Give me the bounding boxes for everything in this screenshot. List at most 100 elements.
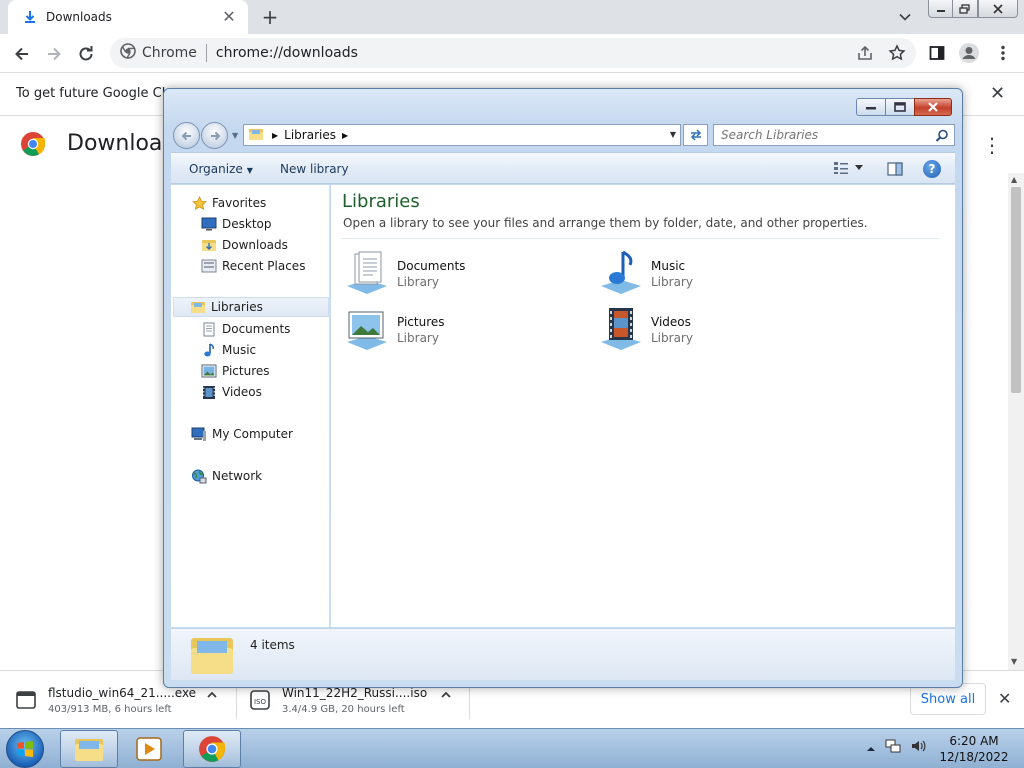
explorer-forward-button[interactable] bbox=[201, 122, 228, 149]
reload-icon[interactable] bbox=[72, 40, 100, 68]
chevron-up-icon[interactable] bbox=[206, 689, 218, 705]
explorer-back-button[interactable] bbox=[173, 122, 200, 149]
scroll-down-arrow-icon[interactable]: ▼ bbox=[1011, 657, 1017, 666]
nav-documents[interactable]: Documents bbox=[201, 319, 290, 339]
scroll-up-arrow-icon[interactable]: ▲ bbox=[1011, 175, 1017, 184]
nav-label: Favorites bbox=[212, 196, 267, 210]
nav-network[interactable]: Network bbox=[191, 466, 262, 486]
library-music[interactable]: Music Library bbox=[597, 249, 827, 299]
organize-label: Organize bbox=[189, 162, 243, 176]
browser-toolbar: Chrome chrome://downloads bbox=[0, 34, 1024, 72]
clock-time: 6:20 AM bbox=[949, 734, 999, 748]
organize-button[interactable]: Organize ▼ bbox=[189, 162, 253, 176]
share-icon[interactable] bbox=[854, 42, 876, 64]
shelf-close-icon[interactable]: ✕ bbox=[998, 689, 1011, 708]
computer-icon bbox=[191, 426, 207, 442]
downloads-menu-icon[interactable]: ⋮ bbox=[982, 133, 1002, 157]
new-library-button[interactable]: New library bbox=[280, 162, 349, 176]
scrollbar-thumb[interactable] bbox=[1011, 187, 1021, 393]
music-note-icon bbox=[201, 342, 217, 358]
taskbar-chrome-button[interactable] bbox=[183, 730, 241, 768]
chrome-close-button[interactable] bbox=[978, 0, 1018, 18]
nav-label: Network bbox=[212, 469, 263, 483]
library-name: Music bbox=[651, 259, 686, 273]
nav-videos[interactable]: Videos bbox=[201, 382, 262, 402]
explorer-search-input[interactable] bbox=[721, 128, 931, 142]
explorer-address-bar[interactable]: ▶ Libraries ▶ ▼ bbox=[243, 124, 681, 146]
recent-pages-chevron-icon[interactable]: ▼ bbox=[232, 131, 238, 140]
nav-recent-places[interactable]: Recent Places bbox=[201, 256, 305, 276]
libraries-icon bbox=[190, 299, 206, 315]
taskbar-clock[interactable]: 6:20 AM 12/18/2022 bbox=[936, 733, 1012, 765]
explorer-content-pane: Libraries Open a library to see your fil… bbox=[331, 185, 955, 627]
desktop-icon bbox=[201, 216, 217, 232]
tab-downloads[interactable]: Downloads ✕ bbox=[8, 0, 248, 34]
iso-file-icon: ISO bbox=[248, 688, 272, 712]
iso-badge-text: ISO bbox=[254, 698, 267, 706]
back-arrow-icon[interactable] bbox=[8, 40, 36, 68]
chrome-restore-button[interactable] bbox=[952, 0, 978, 18]
explorer-minimize-button[interactable] bbox=[856, 98, 886, 116]
site-label: Chrome bbox=[142, 45, 197, 61]
nav-downloads[interactable]: Downloads bbox=[201, 235, 288, 255]
pictures-library-icon bbox=[343, 306, 391, 354]
media-player-icon bbox=[136, 737, 162, 761]
tab-title: Downloads bbox=[46, 10, 112, 24]
library-documents[interactable]: Documents Library bbox=[343, 249, 573, 299]
nav-desktop[interactable]: Desktop bbox=[201, 214, 272, 234]
explorer-close-button[interactable] bbox=[914, 98, 952, 116]
back-arrow-icon bbox=[181, 131, 191, 140]
chrome-menu-icon[interactable] bbox=[992, 42, 1014, 64]
network-globe-icon bbox=[191, 468, 207, 484]
tab-close-icon[interactable]: ✕ bbox=[220, 8, 238, 26]
view-dropdown-icon bbox=[855, 165, 863, 170]
forward-arrow-icon bbox=[210, 131, 220, 140]
film-strip-icon bbox=[201, 384, 217, 400]
nav-label: Recent Places bbox=[222, 259, 306, 273]
infobar-close-icon[interactable]: ✕ bbox=[990, 83, 1005, 104]
search-icon[interactable] bbox=[935, 128, 949, 147]
new-tab-button[interactable]: + bbox=[258, 5, 282, 29]
bookmark-star-icon[interactable] bbox=[886, 42, 908, 64]
network-tray-icon[interactable] bbox=[884, 737, 902, 759]
address-bar[interactable]: Chrome chrome://downloads bbox=[110, 38, 916, 68]
breadcrumb-separator-icon[interactable]: ▶ bbox=[342, 131, 348, 140]
breadcrumb-libraries[interactable]: Libraries bbox=[284, 128, 336, 142]
nav-label: Videos bbox=[222, 385, 262, 399]
chevron-up-icon[interactable] bbox=[440, 689, 452, 705]
star-icon bbox=[191, 195, 207, 211]
volume-tray-icon[interactable] bbox=[910, 737, 928, 759]
tab-search-chevron-icon[interactable] bbox=[896, 8, 914, 26]
documents-library-icon bbox=[343, 250, 391, 298]
preview-pane-button[interactable] bbox=[887, 161, 903, 180]
side-panel-icon[interactable] bbox=[926, 42, 948, 64]
library-pictures[interactable]: Pictures Library bbox=[343, 305, 573, 355]
forward-arrow-icon[interactable] bbox=[40, 40, 68, 68]
page-scrollbar[interactable]: ▲ ▼ bbox=[1008, 173, 1024, 670]
library-type: Library bbox=[397, 275, 439, 289]
chrome-logo-icon bbox=[20, 131, 46, 157]
profile-avatar-icon[interactable] bbox=[958, 42, 980, 64]
nav-my-computer[interactable]: My Computer bbox=[191, 424, 293, 444]
system-tray bbox=[866, 737, 928, 759]
nav-favorites[interactable]: Favorites bbox=[191, 193, 266, 213]
tray-expand-icon[interactable] bbox=[866, 739, 876, 758]
chrome-minimize-button[interactable] bbox=[928, 0, 954, 18]
explorer-refresh-button[interactable] bbox=[683, 124, 708, 146]
taskbar-explorer-button[interactable] bbox=[60, 730, 118, 768]
taskbar-media-player-button[interactable] bbox=[120, 730, 178, 768]
nav-libraries[interactable]: Libraries bbox=[173, 297, 329, 317]
downloads-folder-icon bbox=[201, 237, 217, 253]
explorer-maximize-button[interactable] bbox=[885, 98, 915, 116]
change-view-button[interactable] bbox=[833, 161, 863, 175]
libraries-folder-icon bbox=[248, 126, 264, 145]
nav-pictures[interactable]: Pictures bbox=[201, 361, 270, 381]
nav-music[interactable]: Music bbox=[201, 340, 256, 360]
library-videos[interactable]: Videos Library bbox=[597, 305, 827, 355]
explorer-search-box[interactable] bbox=[713, 124, 955, 146]
start-button[interactable] bbox=[6, 730, 44, 768]
breadcrumb-separator-icon[interactable]: ▶ bbox=[272, 131, 278, 140]
help-icon[interactable]: ? bbox=[923, 160, 941, 178]
address-dropdown-icon[interactable]: ▼ bbox=[670, 130, 676, 139]
url-text[interactable]: chrome://downloads bbox=[216, 45, 358, 61]
